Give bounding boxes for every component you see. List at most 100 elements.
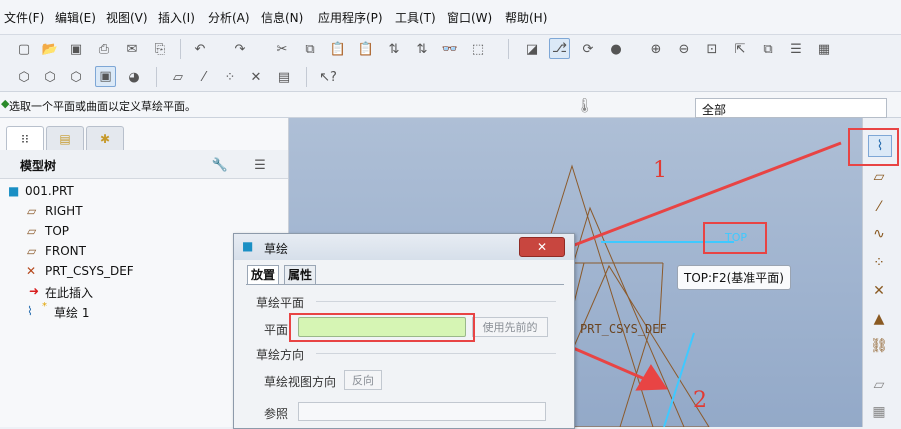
datum-display-icon[interactable]: ◪ (522, 39, 542, 59)
tree-item-label: 001.PRT (25, 184, 74, 198)
wireframe-icon[interactable]: ⬡ (14, 67, 34, 87)
orientation-section: 草绘方向 (256, 348, 305, 362)
context-help-icon[interactable]: ↖? (318, 67, 338, 87)
menu-applications[interactable]: 应用程序(P) (318, 9, 383, 26)
hidden-line-icon[interactable]: ⬡ (40, 67, 60, 87)
analysis-tool-icon[interactable]: ▲ (868, 309, 890, 329)
enhanced-realism-icon[interactable]: ◕ (124, 67, 144, 87)
menu-help[interactable]: 帮助(H) (505, 9, 547, 26)
tab-model-tree[interactable]: ⁝⁝ (6, 126, 44, 151)
datum-axis-tool-icon[interactable]: ⁄ (868, 197, 890, 217)
plane-input-callout (289, 313, 475, 342)
datum-planes-icon[interactable]: ▱ (168, 67, 188, 87)
view-manager-icon[interactable]: ▦ (814, 39, 834, 59)
orient-mode-icon[interactable]: ⟳ (578, 39, 598, 59)
annotations-icon[interactable]: ▤ (274, 67, 294, 87)
menu-bar: 文件(F) 编辑(E) 视图(V) 插入(I) 分析(A) 信息(N) 应用程序… (0, 0, 901, 35)
csys-label: PRT_CSYS_DEF (580, 322, 667, 336)
saved-views-icon[interactable]: ⧉ (758, 39, 778, 59)
print-icon[interactable]: ⎙ (94, 39, 114, 59)
datum-point-tool-icon[interactable]: ⁘ (868, 253, 890, 273)
menu-view[interactable]: 视图(V) (106, 9, 148, 26)
datum-plane-tool-icon[interactable]: ▱ (868, 167, 890, 187)
menu-analysis[interactable]: 分析(A) (208, 9, 250, 26)
select-box-icon[interactable]: ⬚ (468, 39, 488, 59)
paste-icon[interactable]: 📋 (328, 39, 348, 59)
tab-folder-browser[interactable]: ▤ (46, 126, 84, 151)
sketch-plane-section: 草绘平面 (256, 296, 305, 310)
tab-properties[interactable]: 属性 (284, 265, 317, 284)
no-hidden-icon[interactable]: ⬡ (66, 67, 86, 87)
spin-center-icon[interactable]: ⎇ (549, 38, 570, 59)
close-button[interactable]: ✕ (519, 237, 565, 257)
shaded-icon[interactable]: ▣ (95, 66, 116, 87)
insert-arrow-icon: ➜ (29, 284, 40, 298)
regen-status-icon: 🌡 (576, 98, 594, 114)
favorites-icon: ✱ (99, 132, 111, 146)
cut-icon[interactable]: ✂ (272, 39, 292, 59)
sketch-tool-icon[interactable]: ⌇ (868, 135, 892, 157)
tree-item-label: RIGHT (45, 204, 83, 218)
tab-placement[interactable]: 放置 (247, 265, 280, 284)
datum-curve-tool-icon[interactable]: ∿ (868, 224, 890, 244)
tree-settings-icon[interactable]: 🔧 (210, 155, 230, 175)
menu-edit[interactable]: 编辑(E) (55, 9, 96, 26)
tree-item-label: FRONT (45, 244, 86, 258)
tree-item-label: PRT_CSYS_DEF (45, 264, 134, 278)
zoom-out-icon[interactable]: ⊖ (674, 39, 694, 59)
extrude-tool-icon[interactable]: ▱ (868, 375, 890, 395)
plane-label: 平面 (264, 323, 289, 337)
save-icon[interactable]: ▣ (66, 39, 86, 59)
chain-tool-icon[interactable]: ⛓ (868, 336, 890, 356)
copy-icon[interactable]: ⧉ (300, 39, 320, 59)
datum-plane-icon: ▱ (27, 204, 37, 218)
filter-value: 全部 (702, 103, 727, 117)
tree-item-part[interactable]: ■ 001.PRT (0, 183, 285, 201)
datum-plane-icon: ▱ (27, 224, 37, 238)
zoom-in-icon[interactable]: ⊕ (646, 39, 666, 59)
regenerate-icon[interactable]: ⇅ (384, 39, 404, 59)
datum-axes-icon[interactable]: ⁄ (194, 67, 214, 87)
annotation-label-2: 2 (693, 388, 707, 413)
use-previous-button[interactable]: 使用先前的 (472, 317, 548, 337)
open-folder-icon[interactable]: 📂 (40, 39, 60, 59)
menu-tools[interactable]: 工具(T) (395, 9, 436, 26)
selection-filter-select[interactable]: 全部 (695, 98, 887, 118)
flip-button[interactable]: 反向 (344, 370, 382, 390)
paste-special-icon[interactable]: 📋 (356, 39, 376, 59)
part-icon: ■ (8, 184, 20, 198)
refit-icon[interactable]: ⊡ (702, 39, 722, 59)
reorient-icon[interactable]: ⇱ (730, 39, 750, 59)
revolve-tool-icon[interactable]: ▦ (868, 402, 890, 422)
tab-favorites[interactable]: ✱ (86, 126, 124, 151)
folder-icon: ▤ (59, 132, 71, 146)
tree-item-label: 在此插入 (45, 286, 94, 300)
print-preview-icon[interactable]: ⎘ (150, 39, 170, 59)
tree-item-right[interactable]: ▱ RIGHT (0, 203, 285, 221)
datum-points-icon[interactable]: ⁘ (220, 67, 240, 87)
plane-tooltip: TOP:F2(基准平面) (677, 265, 791, 290)
status-message: 选取一个平面或曲面以定义草绘平面。 (9, 100, 196, 113)
model-tree-icon: ⁝⁝ (21, 132, 29, 146)
undo-icon[interactable]: ↶ (190, 39, 210, 59)
find-icon[interactable]: 👓 (440, 39, 460, 59)
menu-info[interactable]: 信息(N) (261, 9, 303, 26)
tree-columns-icon[interactable]: ☰ (250, 155, 270, 175)
coordinate-systems-icon[interactable]: ✕ (246, 67, 266, 87)
reference-input[interactable] (298, 402, 546, 421)
shading-sphere-icon[interactable]: ● (606, 39, 626, 59)
reference-label: 参照 (264, 407, 289, 421)
tree-item-label: 草绘 1 (54, 306, 90, 320)
new-feature-star-icon: * (42, 301, 47, 312)
model-tree-title: 模型树 (20, 159, 57, 173)
csys-tool-icon[interactable]: ✕ (868, 281, 890, 301)
send-mail-icon[interactable]: ✉ (122, 39, 142, 59)
menu-file[interactable]: 文件(F) (4, 9, 44, 26)
view-direction-label: 草绘视图方向 (264, 375, 337, 389)
layers-icon[interactable]: ☰ (786, 39, 806, 59)
new-file-icon[interactable]: ▢ (14, 39, 34, 59)
regenerate-manager-icon[interactable]: ⇅ (412, 39, 432, 59)
menu-insert[interactable]: 插入(I) (158, 9, 195, 26)
redo-icon[interactable]: ↷ (230, 39, 250, 59)
menu-window[interactable]: 窗口(W) (447, 9, 492, 26)
